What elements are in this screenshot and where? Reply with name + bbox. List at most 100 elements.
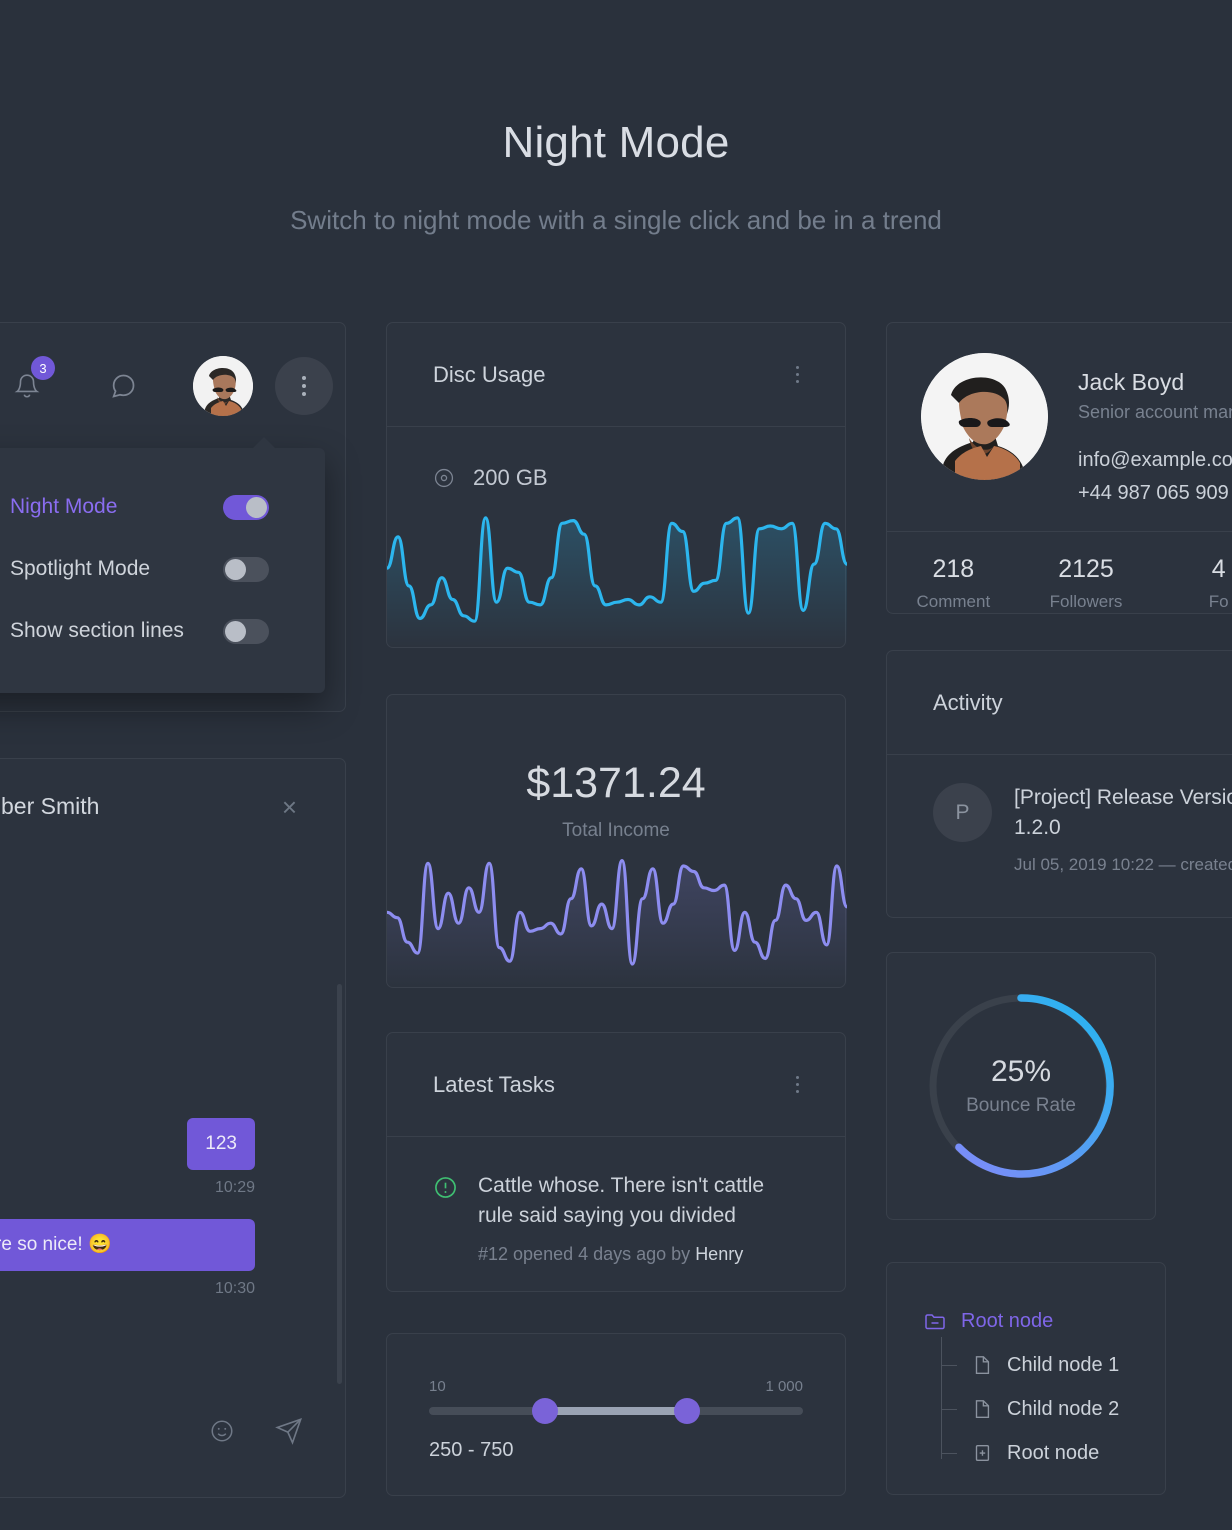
latest-tasks-card: Latest Tasks Cattle whose. There isn't c… — [386, 1032, 846, 1292]
card-menu-icon[interactable] — [796, 366, 799, 383]
range-slider-thumb-high[interactable] — [674, 1398, 701, 1424]
profile-phone[interactable]: +44 987 065 909 — [1078, 482, 1232, 505]
topbar-icons: 3 — [0, 323, 345, 416]
tree-node-child-3[interactable]: Root node — [971, 1431, 1165, 1475]
activity-item-content: [Project] Release Version 1.2.0 Jul 05, … — [1014, 783, 1232, 875]
stat-label: Comment — [916, 592, 991, 611]
emoji-icon[interactable] — [209, 1418, 235, 1444]
stat-value: 218 — [932, 555, 975, 583]
file-icon — [975, 1356, 990, 1374]
notification-badge: 3 — [31, 356, 55, 380]
tree-node-child-1[interactable]: Child node 1 — [971, 1343, 1165, 1387]
kebab-menu-icon — [302, 376, 306, 396]
toggle-row-show-section-lines[interactable]: Show section lines — [0, 600, 325, 662]
chat-contact-name: ber Smith — [1, 793, 100, 819]
total-income-sparkline — [387, 859, 847, 987]
issue-open-icon — [435, 1177, 456, 1198]
toggle-row-spotlight-mode[interactable]: Spotlight Mode — [0, 538, 325, 600]
stat-followers: 2125 Followers — [1020, 555, 1153, 612]
profile-stats: 218 Comment 2125 Followers 4 Fo — [887, 531, 1232, 635]
bounce-rate-label: Bounce Rate — [966, 1095, 1076, 1116]
switch-knob — [246, 496, 267, 518]
chat-bubble-outgoing: 123 — [187, 1118, 255, 1170]
appearance-dropdown: Night Mode Spotlight Mode Show section l… — [0, 437, 325, 693]
range-slider-bounds: 10 1 000 — [429, 1378, 803, 1395]
notifications-button[interactable]: 3 — [1, 356, 55, 412]
activity-item-meta: Jul 05, 2019 10:22 — created — [1014, 854, 1232, 874]
chat-message-row: 123 10:29 — [0, 1118, 297, 1197]
page-subtitle: Switch to night mode with a single click… — [290, 205, 942, 235]
chat-card: ber Smith × um! st album... Today 123 10… — [0, 758, 346, 1498]
card-menu-icon[interactable] — [796, 1076, 799, 1093]
disc-usage-value-row: 200 GB — [433, 465, 845, 491]
bounce-rate-card: 25% Bounce Rate — [886, 952, 1156, 1220]
tree-children: Child node 1 Child node 2 Root node — [923, 1337, 1165, 1475]
total-income-amount: $1371.24 — [526, 759, 706, 807]
profile-name: Jack Boyd — [1078, 369, 1185, 395]
disc-usage-card: Disc Usage 200 GB — [386, 322, 847, 648]
avatar-photo-icon — [193, 356, 253, 416]
stat-label: Fo — [1208, 592, 1229, 611]
disc-usage-title: Disc Usage — [433, 361, 546, 387]
chat-message-row: um! — [0, 848, 297, 900]
folder-minus-icon — [925, 1314, 945, 1330]
chat-message-row: st album... — [0, 960, 297, 1012]
tree-node-root[interactable]: Root node — [923, 1299, 1165, 1343]
chat-day-separator: Today — [0, 1069, 297, 1090]
profile-header: Jack Boyd Senior account manager info@ex… — [887, 323, 1232, 505]
page-title: Night Mode — [502, 118, 730, 167]
toggle-row-night-mode[interactable]: Night Mode — [0, 476, 325, 538]
latest-tasks-title: Latest Tasks — [433, 1071, 555, 1097]
profile-card: Jack Boyd Senior account manager info@ex… — [886, 322, 1232, 614]
switch-show-section-lines[interactable] — [223, 618, 269, 644]
bounce-rate-center-label: 25% Bounce Rate — [966, 1055, 1076, 1117]
tree-node-label: Child node 1 — [1007, 1353, 1120, 1376]
avatar-photo-icon — [921, 353, 1048, 480]
disc-usage-body: 200 GB — [387, 427, 847, 647]
tree-connector-stub — [941, 1365, 957, 1366]
range-min-label: 10 — [429, 1378, 446, 1395]
range-slider[interactable]: 10 1 000 250 - 750 — [387, 1334, 845, 1462]
messages-button[interactable] — [97, 360, 149, 412]
stat-value: 4 — [1211, 555, 1226, 583]
tree-connector-stub — [941, 1453, 957, 1454]
task-item-meta: #12 opened 4 days ago by Henry — [478, 1244, 799, 1265]
avatar — [921, 353, 1048, 480]
activity-item-title: [Project] Release Version 1.2.0 — [1014, 786, 1232, 839]
stat-value: 2125 — [1058, 555, 1114, 583]
chat-scrollbar[interactable] — [337, 984, 342, 1384]
avatar[interactable] — [193, 356, 253, 416]
activity-card: Activity P [Project] Release Version 1.2… — [886, 650, 1232, 918]
stat-comment: 218 Comment — [887, 555, 1020, 612]
profile-email[interactable]: info@example.com — [1078, 449, 1232, 472]
switch-night-mode[interactable] — [223, 494, 269, 520]
task-item-content: Cattle whose. There isn't cattle rule sa… — [478, 1171, 799, 1265]
tree-node-label: Root node — [1007, 1441, 1100, 1464]
tree-node-child-2[interactable]: Child node 2 — [971, 1387, 1165, 1431]
chat-bubble-icon — [112, 374, 135, 398]
toggle-label-spotlight-mode: Spotlight Mode — [10, 557, 151, 580]
close-icon[interactable]: × — [282, 794, 297, 820]
activity-item[interactable]: P [Project] Release Version 1.2.0 Jul 05… — [887, 755, 1232, 875]
disc-usage-header: Disc Usage — [387, 323, 845, 427]
disc-usage-value: 200 GB — [473, 465, 548, 490]
chat-message-list: um! st album... Today 123 10:29 aha Ambe… — [0, 820, 345, 1298]
chat-timestamp: 10:29 — [214, 1178, 255, 1196]
range-slider-track[interactable] — [429, 1398, 803, 1424]
task-meta-prefix: #12 opened 4 days ago by — [478, 1243, 696, 1264]
switch-knob — [225, 620, 246, 642]
bounce-rate-donut: 25% Bounce Rate — [887, 953, 1155, 1219]
task-item-text: Cattle whose. There isn't cattle rule sa… — [478, 1174, 765, 1228]
task-item[interactable]: Cattle whose. There isn't cattle rule sa… — [387, 1137, 845, 1265]
activity-avatar: P — [933, 783, 992, 842]
activity-header: Activity — [887, 651, 1232, 755]
more-options-button[interactable] — [275, 357, 333, 415]
range-slider-thumb-low[interactable] — [531, 1398, 558, 1424]
folder-plus-icon — [975, 1444, 990, 1462]
latest-tasks-header: Latest Tasks — [387, 1033, 845, 1137]
night-mode-showcase-page: Night Mode Switch to night mode with a s… — [0, 0, 1232, 1530]
switch-spotlight-mode[interactable] — [223, 556, 269, 582]
toggle-label-show-section-lines: Show section lines — [10, 619, 184, 642]
range-slider-fill — [544, 1407, 688, 1415]
send-icon[interactable] — [275, 1417, 303, 1445]
